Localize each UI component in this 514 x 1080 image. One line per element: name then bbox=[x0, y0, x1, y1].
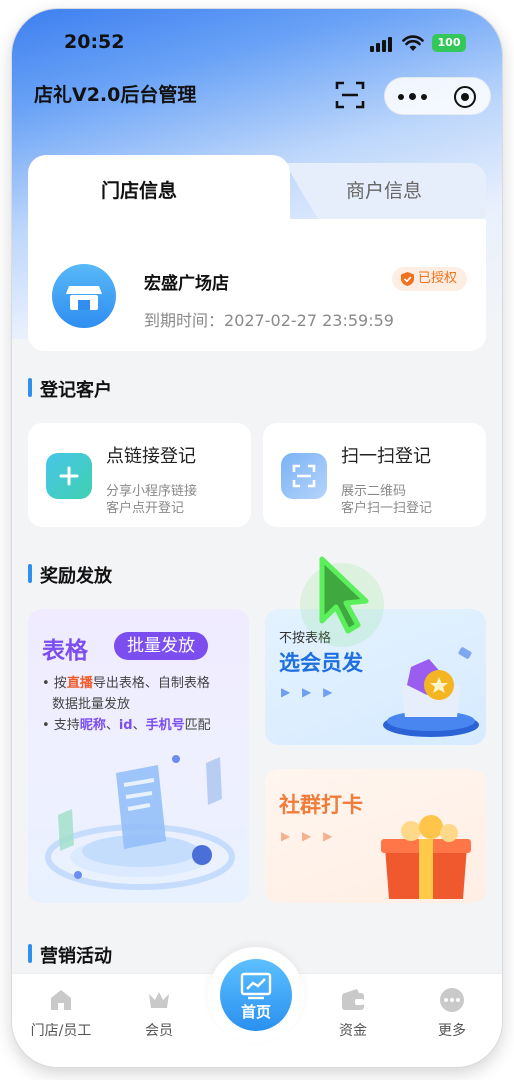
link-register-icon bbox=[46, 453, 92, 499]
scan-register-desc-1: 展示二维码 bbox=[341, 484, 407, 499]
signal-icon bbox=[370, 36, 396, 52]
table-card-line-1: • 按直播导出表格、自制表格 bbox=[42, 676, 210, 691]
table-card-title: 表格 bbox=[42, 638, 88, 664]
expire-value: 2027-02-27 23:59:59 bbox=[224, 311, 394, 330]
wallet-icon bbox=[342, 989, 364, 1010]
status-bar: 20:52 100 bbox=[12, 9, 502, 65]
tab-merchant-info[interactable]: 商户信息 bbox=[346, 176, 422, 203]
battery-indicator: 100 bbox=[432, 34, 466, 52]
chart-icon bbox=[240, 972, 272, 1000]
scan-register-title: 扫一扫登记 bbox=[341, 446, 431, 467]
shield-icon bbox=[401, 272, 414, 286]
tab-member[interactable]: 会员 bbox=[119, 986, 199, 1040]
section-title-reward: 奖励发放 bbox=[28, 562, 112, 588]
scan-icon[interactable] bbox=[334, 79, 366, 111]
tab-member-label: 会员 bbox=[145, 1023, 173, 1039]
section-title-marketing: 营销活动 bbox=[28, 942, 112, 968]
table-batch-reward-card[interactable]: 表格 批量发放 • 按直播导出表格、自制表格 数据批量发放 • 支持昵称、id、… bbox=[28, 609, 249, 903]
tab-store-staff[interactable]: 门店/员工 bbox=[21, 986, 101, 1040]
tab-home[interactable]: 首页 bbox=[220, 959, 292, 1031]
table-card-line-3: • 支持昵称、id、手机号匹配 bbox=[42, 718, 211, 733]
gift-box-illustration bbox=[383, 647, 479, 737]
tab-funds-label: 资金 bbox=[339, 1023, 367, 1039]
batch-send-pill: 批量发放 bbox=[114, 632, 208, 660]
page-title: 店礼V2.0后台管理 bbox=[34, 84, 197, 106]
storefront-icon bbox=[52, 264, 116, 328]
mini-program-capsule bbox=[384, 77, 491, 115]
tab-home-label: 首页 bbox=[240, 1003, 271, 1021]
crown-icon bbox=[149, 992, 169, 1008]
close-miniprogram-icon[interactable] bbox=[454, 86, 476, 108]
store-info-card: 门店信息 商户信息 宏盛广场店 已授权 到期时间：2027-02-27 23:5… bbox=[28, 155, 486, 351]
wifi-icon bbox=[402, 35, 424, 51]
link-register-desc-2: 客户点开登记 bbox=[106, 501, 185, 516]
authorized-badge-label: 已授权 bbox=[418, 271, 458, 286]
status-time: 20:52 bbox=[64, 31, 125, 53]
store-name: 宏盛广场店 bbox=[144, 274, 229, 294]
qr-scan-icon bbox=[281, 453, 327, 499]
more-options-icon[interactable] bbox=[398, 91, 428, 103]
tab-store-info[interactable]: 门店信息 bbox=[101, 176, 177, 203]
expire-label: 到期时间： bbox=[144, 311, 225, 330]
link-register-title: 点链接登记 bbox=[106, 446, 196, 467]
group-checkin-card[interactable]: 社群打卡 ▶ ▶ ▶ bbox=[265, 769, 486, 903]
link-register-card[interactable]: 点链接登记 分享小程序链接 客户点开登记 bbox=[28, 423, 251, 527]
group-card-arrows: ▶ ▶ ▶ bbox=[281, 829, 337, 843]
group-card-title: 社群打卡 bbox=[279, 793, 363, 817]
mouse-cursor-icon bbox=[300, 556, 384, 647]
phone-frame: 20:52 100 店礼V2.0后台管理 门店信息 商户信息 宏盛广场店 已授权… bbox=[12, 9, 502, 1067]
link-register-desc-1: 分享小程序链接 bbox=[106, 484, 198, 499]
member-card-arrows: ▶ ▶ ▶ bbox=[281, 685, 337, 699]
section-title-register: 登记客户 bbox=[28, 376, 112, 402]
tab-store-staff-label: 门店/员工 bbox=[30, 1023, 92, 1039]
tab-more[interactable]: 更多 bbox=[412, 986, 492, 1040]
gift-box-illustration bbox=[381, 815, 471, 899]
store-body: 宏盛广场店 已授权 到期时间：2027-02-27 23:59:59 bbox=[28, 219, 486, 351]
more-icon bbox=[440, 988, 464, 1012]
scan-register-card[interactable]: 扫一扫登记 展示二维码 客户扫一扫登记 bbox=[263, 423, 486, 527]
expire-time: 到期时间：2027-02-27 23:59:59 bbox=[144, 307, 394, 331]
data-platform-illustration bbox=[45, 755, 235, 890]
table-card-line-2: 数据批量发放 bbox=[52, 697, 131, 712]
scan-register-desc-2: 客户扫一扫登记 bbox=[341, 501, 433, 516]
authorized-badge: 已授权 bbox=[392, 267, 468, 291]
tab-more-label: 更多 bbox=[438, 1023, 466, 1039]
store-icon bbox=[51, 990, 71, 1010]
tab-funds[interactable]: 资金 bbox=[313, 986, 393, 1040]
